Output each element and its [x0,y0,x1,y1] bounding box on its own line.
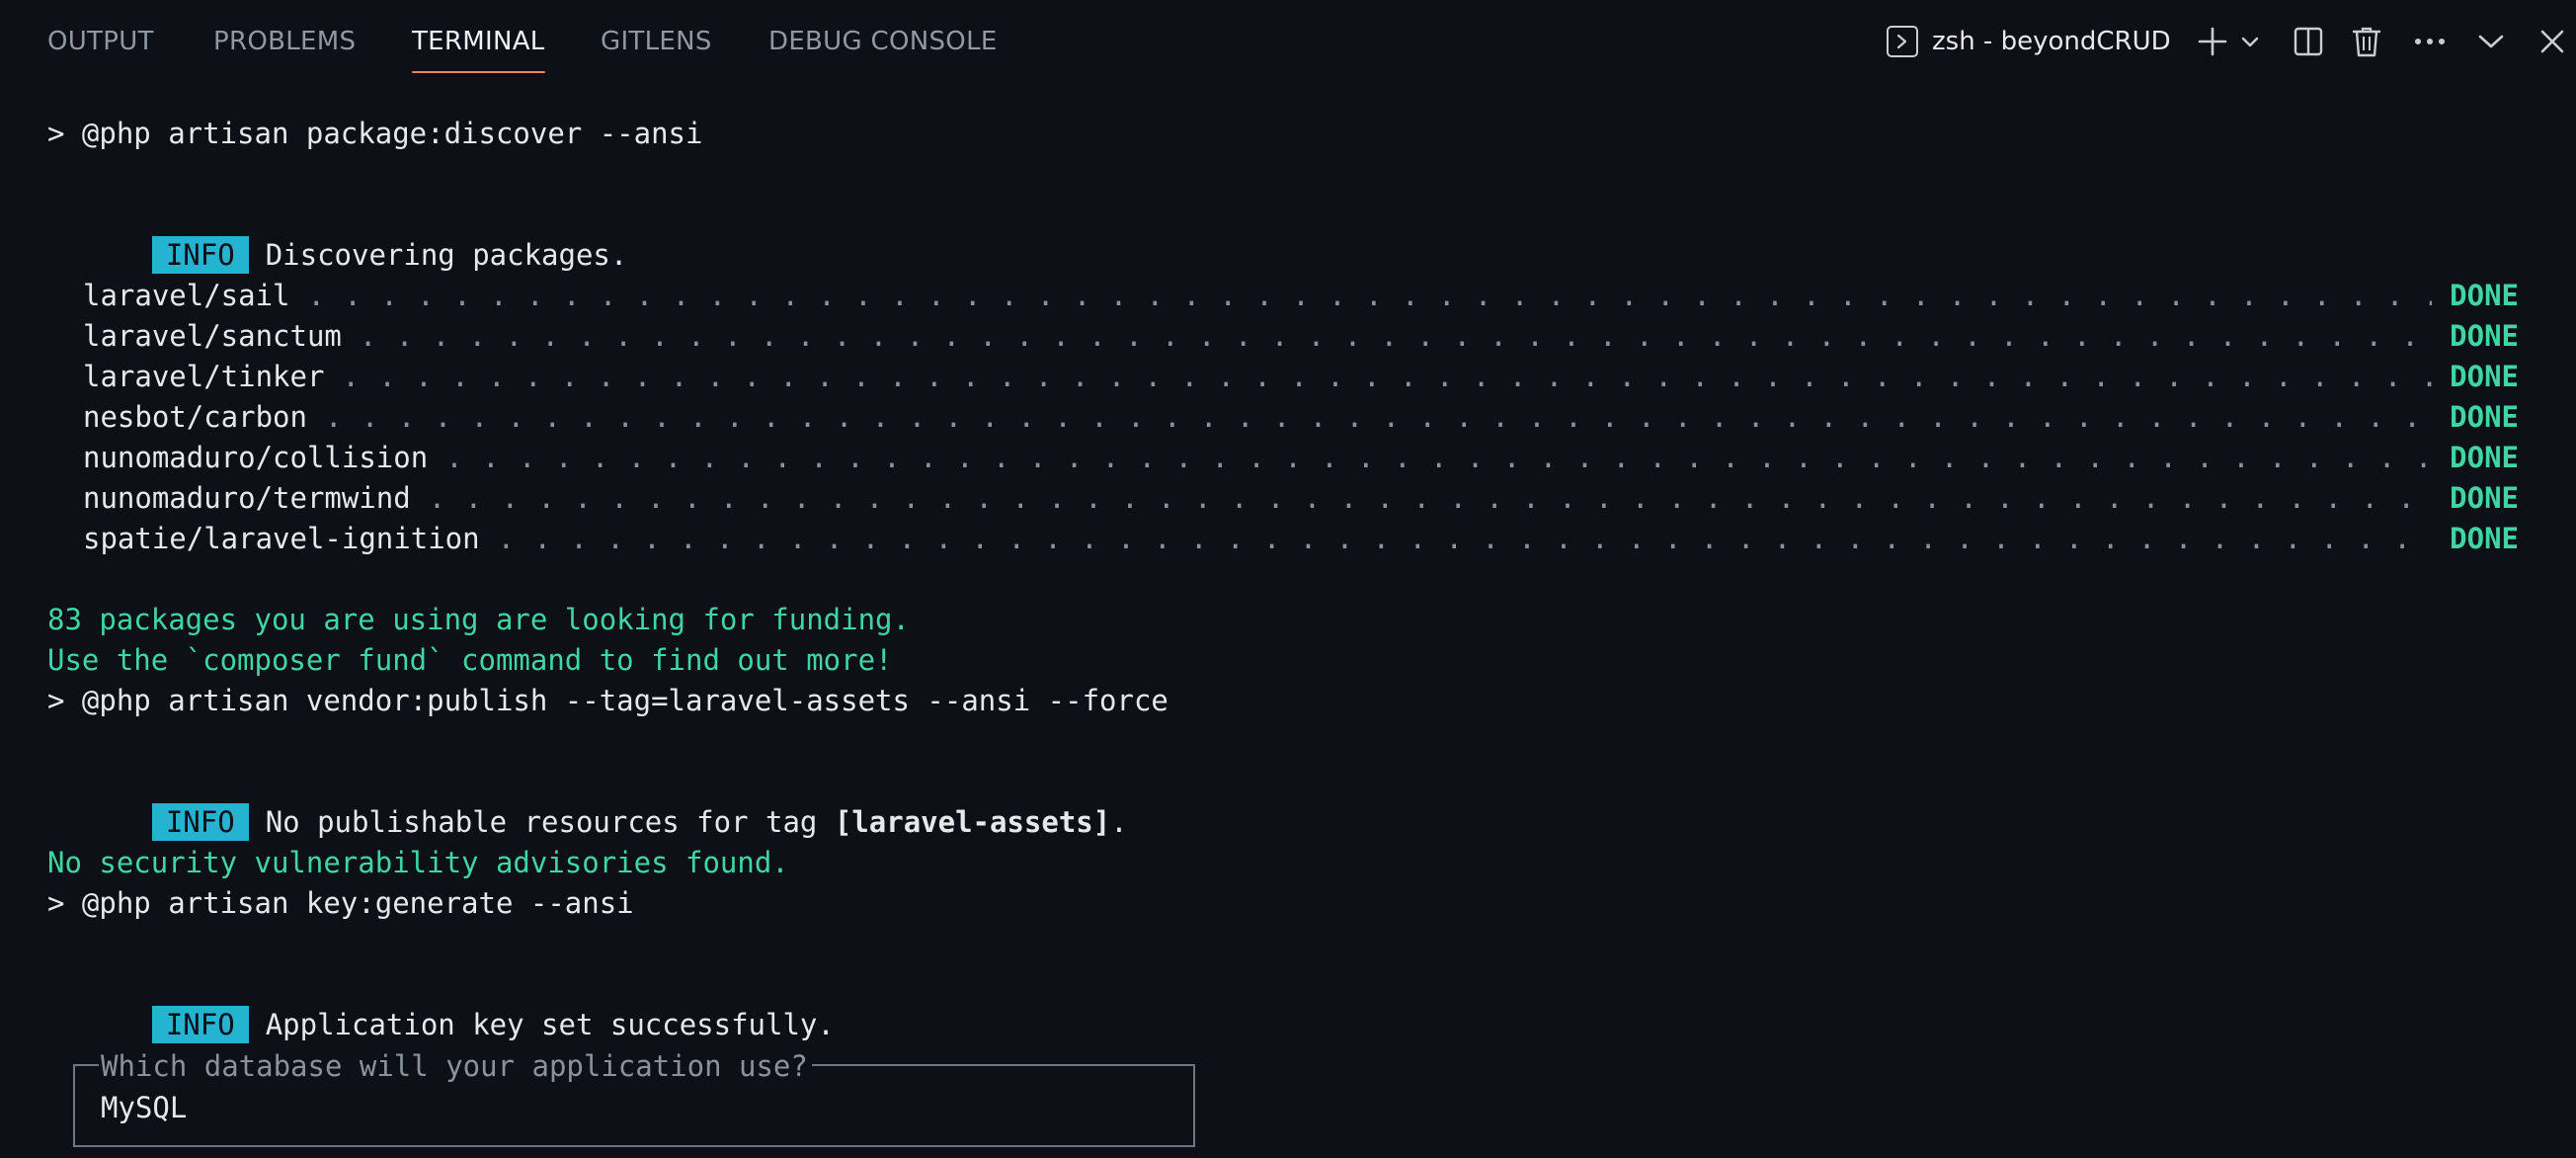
dot-leader: . . . . . . . . . . . . . . . . . . . . … [445,441,2433,474]
prompt-question: Which database will your application use… [99,1046,812,1087]
dot-leader: . . . . . . . . . . . . . . . . . . . . … [342,360,2432,393]
package-row: spatie/laravel-ignition . . . . . . . . … [83,519,2519,559]
package-name: nunomaduro/termwind [83,481,411,515]
terminal-name: zsh - beyondCRUD [1932,27,2171,56]
package-name: laravel/sanctum [83,319,342,353]
info-text: Discovering packages. [265,238,628,272]
package-status: DONE [2450,400,2519,434]
tab-debug-console[interactable]: DEBUG CONSOLE [768,0,998,83]
split-icon[interactable] [2289,22,2328,61]
package-row: nunomaduro/termwind . . . . . . . . . . … [83,478,2519,519]
tab-gitlens[interactable]: GITLENS [601,0,712,83]
package-row: laravel/tinker . . . . . . . . . . . . .… [83,357,2519,397]
info-line: INFO No publishable resources for tag [la… [83,762,1128,841]
info-badge: INFO [151,1006,249,1043]
package-name: spatie/laravel-ignition [83,522,480,555]
package-row: nunomaduro/collision . . . . . . . . . .… [83,438,2519,478]
package-name: laravel/tinker [83,360,325,393]
package-name: laravel/sail [83,279,290,312]
plus-icon[interactable] [2193,22,2232,61]
panel-tab-bar: OUTPUT PROBLEMS TERMINAL GITLENS DEBUG C… [0,0,2576,83]
more-icon[interactable] [2410,22,2450,61]
info-text: No publishable resources for tag [265,805,835,839]
chevron-down-icon[interactable] [2232,22,2268,61]
security-message: No security vulnerability advisories fou… [47,846,789,879]
command-line: > @php artisan vendor:publish --tag=lara… [47,684,1168,717]
tab-problems[interactable]: PROBLEMS [213,0,356,83]
command-line: > @php artisan package:discover --ansi [47,117,703,150]
info-text-suffix: . [1110,805,1128,839]
collapse-panel-chevron-icon[interactable] [2471,22,2511,61]
info-badge: INFO [151,803,249,841]
funding-hint: Use the `composer fund` command to find … [47,643,893,677]
dot-leader: . . . . . . . . . . . . . . . . . . . . … [359,319,2432,353]
package-name: nesbot/carbon [83,400,307,434]
info-text: Application key set successfully. [265,1008,835,1041]
command-line: > @php artisan key:generate --ansi [47,886,634,920]
package-status: DONE [2450,319,2519,353]
tab-output[interactable]: OUTPUT [47,0,154,83]
terminal-icon [1887,26,1918,57]
package-status: DONE [2450,522,2519,555]
tab-terminal[interactable]: TERMINAL [412,0,545,83]
package-status: DONE [2450,360,2519,393]
package-row: laravel/sail . . . . . . . . . . . . . .… [83,276,2519,316]
dot-leader: . . . . . . . . . . . . . . . . . . . . … [497,522,2433,555]
terminal-selector[interactable]: zsh - beyondCRUD [1887,22,2171,61]
tag-name: [laravel-assets] [834,805,1111,839]
package-row: laravel/sanctum . . . . . . . . . . . . … [83,316,2519,357]
close-icon[interactable] [2533,22,2572,61]
package-row: nesbot/carbon . . . . . . . . . . . . . … [83,397,2519,438]
terminal-output[interactable]: > @php artisan package:discover --ansi I… [0,83,2576,1158]
dot-leader: . . . . . . . . . . . . . . . . . . . . … [428,481,2432,515]
trash-icon[interactable] [2347,22,2386,61]
funding-message: 83 packages you are using are looking fo… [47,603,910,636]
package-status: DONE [2450,441,2519,474]
package-name: nunomaduro/collision [83,441,429,474]
package-status: DONE [2450,481,2519,515]
info-line: INFO Discovering packages. [83,195,627,274]
dot-leader: . . . . . . . . . . . . . . . . . . . . … [324,400,2432,434]
dot-leader: . . . . . . . . . . . . . . . . . . . . … [307,279,2433,312]
info-line: INFO Application key set successfully. [83,964,835,1043]
prompt-answer[interactable]: MySQL [101,1088,187,1128]
info-badge: INFO [151,236,249,274]
package-status: DONE [2450,279,2519,312]
